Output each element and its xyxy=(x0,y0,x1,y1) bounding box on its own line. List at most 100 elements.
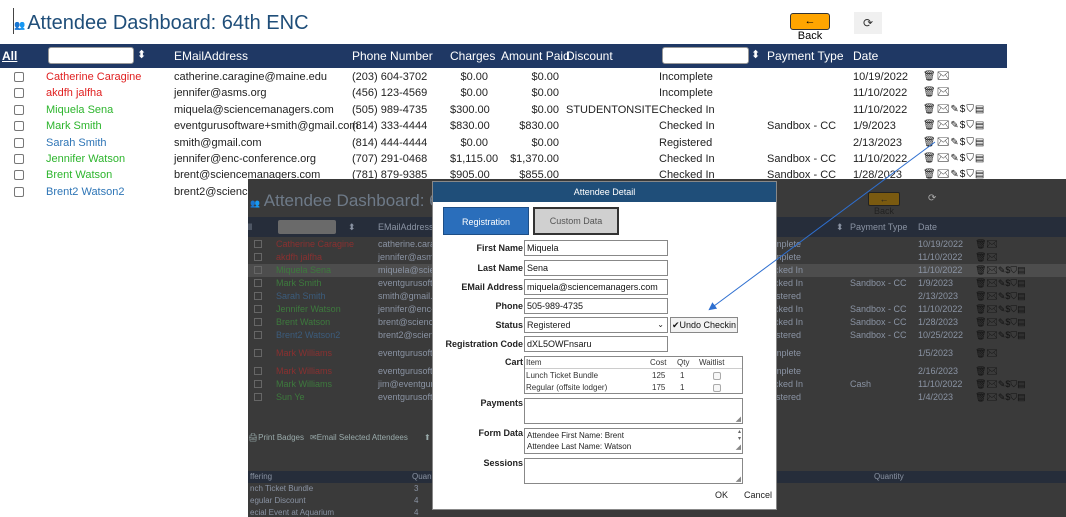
cell-paid: $0.00 xyxy=(531,87,559,100)
cell-actions[interactable]: 🗑✉✎$⛉▤ xyxy=(923,153,985,164)
bg-cell-name: Sarah Smith xyxy=(276,291,326,301)
resize-grip-icon: ◢ xyxy=(735,416,741,423)
attendee-name[interactable]: Brent2 Watson2 xyxy=(46,186,124,198)
first-name-input[interactable]: Miquela xyxy=(524,240,668,256)
table-row[interactable]: Mark Smith eventgurusoftware+smith@gmail.… xyxy=(0,119,1007,135)
attendee-name[interactable]: Catherine Caragine xyxy=(46,71,141,83)
attendee-name[interactable]: Jennifer Watson xyxy=(46,153,125,165)
bg-cell-status: cked In xyxy=(774,278,804,288)
bg-cell-actions: 🗑✉ xyxy=(975,252,998,262)
bg-cell-name: Jennifer Watson xyxy=(276,304,341,314)
row-checkbox[interactable] xyxy=(14,170,24,181)
back-button[interactable]: ← Back xyxy=(790,13,830,42)
cell-actions[interactable]: 🗑✉ xyxy=(923,71,950,82)
refresh-icon[interactable]: ⟳ xyxy=(854,12,882,34)
select-all-link[interactable]: All xyxy=(2,49,17,63)
row-checkbox[interactable] xyxy=(14,72,24,82)
table-row[interactable]: Sarah Smith smith@gmail.com (814) 444-4444… xyxy=(0,136,1007,152)
bg-cell-actions: 🗑✉ xyxy=(975,239,998,249)
header-payment-type[interactable]: Payment Type xyxy=(767,49,844,63)
bg-cell-name: Catherine Caragine xyxy=(276,239,355,249)
bg-row-checkbox xyxy=(254,380,262,388)
attendee-name[interactable]: Miquela Sena xyxy=(46,104,113,116)
waitlist-checkbox[interactable] xyxy=(713,372,721,380)
bg-cell-email: jennifer@enc- xyxy=(378,304,435,314)
resize-grip-icon: ◢ xyxy=(735,476,741,483)
name-filter-input[interactable] xyxy=(48,47,134,64)
reg-code-input[interactable]: dXL5OWFnsaru xyxy=(524,336,668,352)
header-phone[interactable]: Phone Number xyxy=(352,49,433,63)
bg-print-badges: 🖨 Print Badges xyxy=(248,433,304,442)
cell-charges: $0.00 xyxy=(460,71,488,83)
bg-cell-name: Miquela Sena xyxy=(276,265,332,275)
row-checkbox[interactable] xyxy=(14,137,24,148)
cell-status: Registered xyxy=(659,136,713,149)
cell-actions[interactable]: 🗑✉✎$⛉▤ xyxy=(923,120,985,131)
bg-cell-status: cked In xyxy=(774,304,804,314)
attendee-name[interactable]: Brent Watson xyxy=(46,169,112,181)
sort-icon[interactable]: ⬍ xyxy=(751,48,760,61)
form-data-label: Form Data xyxy=(478,428,523,438)
tab-registration[interactable]: Registration xyxy=(443,207,529,235)
cart-item-cost: 125 xyxy=(652,371,666,380)
cell-actions[interactable]: 🗑✉ xyxy=(923,87,950,98)
status-label: Status xyxy=(495,320,523,330)
bg-row-checkbox xyxy=(254,253,262,261)
header-email[interactable]: EMailAddress xyxy=(174,49,248,63)
row-checkbox[interactable] xyxy=(14,186,24,197)
cell-paid: $0.00 xyxy=(531,136,559,149)
attendee-name[interactable]: akdfh jalfha xyxy=(46,87,102,99)
waitlist-checkbox[interactable] xyxy=(713,384,721,392)
row-checkbox[interactable] xyxy=(14,88,24,99)
attendee-name[interactable]: Sarah Smith xyxy=(46,137,107,149)
header-date[interactable]: Date xyxy=(853,49,878,63)
cell-date: 1/9/2023 xyxy=(853,120,896,133)
bg-offering-name: egular Discount xyxy=(250,496,306,505)
cell-status: Checked In xyxy=(659,103,715,116)
table-row[interactable]: akdfh jalfha jennifer@asms.org (456) 123-4… xyxy=(0,86,1007,102)
cart-item-cost: 175 xyxy=(652,383,666,392)
table-row[interactable]: Jennifer Watson jennifer@enc-conference.o… xyxy=(0,152,1007,168)
cell-actions[interactable]: 🗑✉✎$⛉▤ xyxy=(923,137,985,148)
status-filter-input[interactable] xyxy=(662,47,749,64)
tab-custom-data[interactable]: Custom Data xyxy=(533,207,619,235)
cell-email: miquela@sciencemanagers.com xyxy=(174,103,334,116)
cart-item-name: Regular (offsite lodger) xyxy=(526,383,608,392)
cancel-button[interactable]: Cancel xyxy=(744,490,772,500)
table-row[interactable]: Catherine Caragine catherine.caragine@mai… xyxy=(0,70,1007,86)
cell-actions[interactable]: 🗑✉✎$⛉▤ xyxy=(923,104,985,115)
payments-textarea[interactable]: ◢ xyxy=(524,398,743,424)
row-checkbox[interactable] xyxy=(14,154,24,164)
bg-cell-email: jim@eventguri xyxy=(378,379,436,389)
bg-cell-email: miquela@scie xyxy=(378,265,435,275)
ok-button[interactable]: OK xyxy=(715,490,728,500)
last-name-input[interactable]: Sena xyxy=(524,260,668,276)
cart-item-qty: 1 xyxy=(680,383,685,392)
cell-status: Checked In xyxy=(659,120,715,133)
table-row[interactable]: Miquela Sena miquela@sciencemanagers.com (… xyxy=(0,103,1007,119)
bg-cell-date: 1/28/2023 xyxy=(918,317,959,327)
bg-row-checkbox xyxy=(254,240,262,248)
email-input[interactable]: miquela@sciencemanagers.com xyxy=(524,279,668,295)
bg-cell-status: istered xyxy=(774,330,802,340)
header-discount[interactable]: Discount xyxy=(566,49,613,63)
attendee-name[interactable]: Mark Smith xyxy=(46,120,102,132)
sort-icon[interactable]: ⬍ xyxy=(137,48,146,61)
form-data-textarea[interactable]: Attendee First Name: Brent Attendee Last… xyxy=(524,428,743,454)
undo-checkin-button[interactable]: ✔Undo Checkin xyxy=(670,317,738,333)
phone-input[interactable]: 505-989-4735 xyxy=(524,298,668,314)
header-amount-paid[interactable]: Amount Paid xyxy=(501,49,570,63)
bg-cell-actions: 🗑✉✎$⛉▤ xyxy=(975,304,1026,314)
status-select[interactable]: Registered ⌄ xyxy=(524,317,668,333)
row-checkbox[interactable] xyxy=(14,104,24,115)
scroll-arrows-icon[interactable]: ▴ ▾ xyxy=(738,429,741,443)
page-title: 👥 Attendee Dashboard: 64th ENC xyxy=(14,12,309,34)
cell-phone: (456) 123-4569 xyxy=(352,87,428,100)
row-checkbox[interactable] xyxy=(14,121,24,132)
sessions-textarea[interactable]: ◢ xyxy=(524,458,743,484)
bg-cell-status: istered xyxy=(774,392,802,402)
bg-cell-email: eventgurusoftv xyxy=(378,366,438,376)
header-charges[interactable]: Charges xyxy=(450,49,495,63)
bg-row-checkbox xyxy=(254,318,262,326)
bg-cell-payment: Cash xyxy=(850,379,872,389)
